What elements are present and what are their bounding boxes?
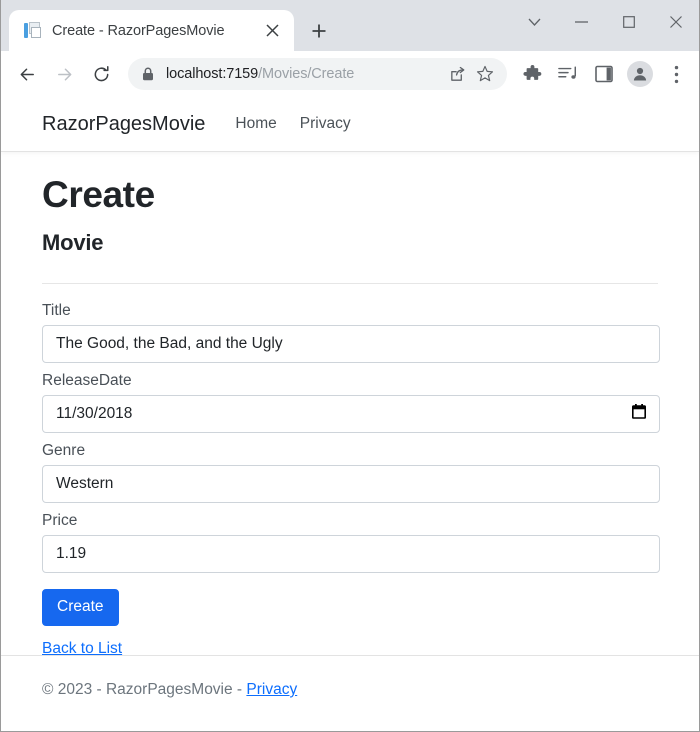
tab-strip: Create - RazorPagesMovie <box>1 0 699 51</box>
input-genre[interactable] <box>42 464 660 503</box>
tab-search-button[interactable] <box>511 0 558 44</box>
user-avatar-icon[interactable] <box>625 59 655 89</box>
page-viewport: RazorPagesMovie Home Privacy Create Movi… <box>1 97 699 731</box>
puzzle-piece-icon[interactable] <box>517 59 547 89</box>
nav-link-privacy[interactable]: Privacy <box>300 115 351 133</box>
form-group-genre: Genre <box>42 442 660 503</box>
page-title: Create <box>42 174 155 215</box>
browser-window: Create - RazorPagesMovie localhost:7159/… <box>0 0 700 732</box>
new-tab-button[interactable] <box>304 16 334 46</box>
address-bar-path: /Movies/Create <box>258 66 355 82</box>
form-group-price: Price <box>42 512 660 573</box>
form-group-title: Title <box>42 302 660 363</box>
minimize-button[interactable] <box>558 0 605 44</box>
input-price[interactable] <box>42 534 660 573</box>
navbar-brand[interactable]: RazorPagesMovie <box>42 113 205 136</box>
label-price: Price <box>42 511 78 529</box>
create-button[interactable]: Create <box>42 588 119 626</box>
tab-close-icon[interactable] <box>260 19 284 43</box>
movie-create-form: Title ReleaseDate <box>42 302 660 626</box>
music-list-icon[interactable] <box>553 59 583 89</box>
star-icon[interactable] <box>471 60 499 88</box>
footer-privacy-link[interactable]: Privacy <box>246 681 297 698</box>
window-controls <box>511 0 699 44</box>
share-icon[interactable] <box>443 60 471 88</box>
three-dots-vertical-icon[interactable] <box>661 59 691 89</box>
address-bar-url: localhost:7159/Movies/Create <box>166 66 443 82</box>
reload-button[interactable] <box>85 58 117 90</box>
lock-icon[interactable] <box>142 67 154 81</box>
site-navbar: RazorPagesMovie Home Privacy <box>1 97 699 152</box>
browser-tab[interactable]: Create - RazorPagesMovie <box>9 10 294 51</box>
main-content: Create Movie Title ReleaseDate <box>1 152 699 655</box>
side-panel-icon[interactable] <box>589 59 619 89</box>
nav-link-home[interactable]: Home <box>235 115 276 133</box>
site-footer: © 2023 - RazorPagesMovie - Privacy <box>1 655 699 731</box>
browser-toolbar: localhost:7159/Movies/Create <box>1 51 699 97</box>
section-divider <box>42 282 658 284</box>
form-group-releasedate: ReleaseDate <box>42 372 660 433</box>
address-bar[interactable]: localhost:7159/Movies/Create <box>128 58 507 90</box>
close-window-button[interactable] <box>652 0 699 44</box>
document-pages-icon <box>24 22 41 39</box>
back-to-list-link[interactable]: Back to List <box>42 640 122 655</box>
input-releasedate[interactable] <box>42 394 660 433</box>
forward-button[interactable] <box>48 58 80 90</box>
label-title: Title <box>42 301 71 319</box>
label-genre: Genre <box>42 441 86 459</box>
address-bar-host: localhost:7159 <box>166 66 259 82</box>
label-releasedate: ReleaseDate <box>42 371 132 389</box>
back-button[interactable] <box>11 58 43 90</box>
maximize-button[interactable] <box>605 0 652 44</box>
footer-copyright: © 2023 - RazorPagesMovie - <box>42 681 247 698</box>
form-subtitle: Movie <box>42 229 104 255</box>
input-title[interactable] <box>42 324 660 363</box>
tab-title: Create - RazorPagesMovie <box>52 22 225 39</box>
